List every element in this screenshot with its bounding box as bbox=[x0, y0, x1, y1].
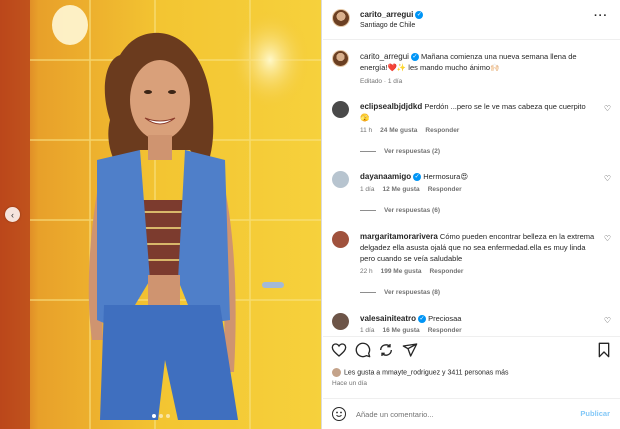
comment-body: dayanaamigo ✓ Hermosura😍 bbox=[360, 171, 595, 182]
reply-button[interactable]: Responder bbox=[429, 268, 463, 275]
verified-icon: ✓ bbox=[410, 53, 419, 62]
comment-icon[interactable] bbox=[355, 342, 371, 358]
add-comment-bar: Publicar bbox=[323, 398, 620, 429]
comment-meta: 1 día 16 Me gusta Responder bbox=[360, 327, 470, 334]
comment-meta: 11 h 24 Me gusta Responder bbox=[360, 127, 467, 134]
more-options-icon[interactable]: ··· bbox=[594, 10, 608, 22]
post-image bbox=[0, 0, 321, 429]
liker-avatar bbox=[332, 368, 341, 377]
previous-image-button[interactable]: ‹ bbox=[5, 207, 20, 222]
author-name-row: carito_arregui ✓ bbox=[360, 10, 424, 20]
comment-text: Preciosaa bbox=[428, 314, 462, 323]
comment-meta: 1 día 12 Me gusta Responder bbox=[360, 186, 470, 193]
reply-button[interactable]: Responder bbox=[428, 186, 462, 193]
view-replies-button[interactable]: Ver respuestas (8) bbox=[360, 289, 440, 296]
carousel-dot bbox=[159, 414, 163, 418]
comment-time: 1 día bbox=[360, 186, 375, 193]
commenter-username[interactable]: eclipsealbjdjdkd bbox=[360, 102, 422, 111]
post-header: carito_arregui ✓ Santiago de Chile ··· bbox=[323, 0, 620, 40]
comment-meta: 22 h 199 Me gusta Responder bbox=[360, 268, 471, 275]
share-icon[interactable] bbox=[378, 342, 394, 358]
commenter-username[interactable]: margaritamorarivera bbox=[360, 232, 438, 241]
likes-text: Les gusta a mmayte_rodriguez y 3411 pers… bbox=[344, 369, 509, 377]
verified-icon: ✓ bbox=[418, 315, 427, 324]
commenter-avatar[interactable] bbox=[332, 101, 349, 118]
comment-likes[interactable]: 16 Me gusta bbox=[382, 327, 419, 334]
view-replies-button[interactable]: Ver respuestas (2) bbox=[360, 148, 440, 155]
caption-meta: Editado · 1 día bbox=[360, 78, 403, 85]
post-timestamp[interactable]: Hace un día bbox=[332, 380, 367, 387]
likes-summary[interactable]: Les gusta a mmayte_rodriguez y 3411 pers… bbox=[332, 368, 508, 377]
comment-likes[interactable]: 199 Me gusta bbox=[381, 268, 422, 275]
post-photo[interactable]: ‹ bbox=[0, 0, 322, 429]
comment-body: valesainiteatro ✓ Preciosaa bbox=[360, 313, 595, 324]
instagram-post-view: ‹ carito_arregui ✓ Santiago de Chile ··· … bbox=[0, 0, 620, 429]
reply-button[interactable]: Responder bbox=[425, 127, 459, 134]
caption-body: carito_arregui ✓ Mañana comienza una nuev… bbox=[360, 51, 595, 73]
author-avatar[interactable] bbox=[332, 50, 349, 67]
like-comment-heart-icon[interactable]: ♡ bbox=[604, 316, 611, 325]
carousel-dots bbox=[152, 414, 170, 418]
post-location[interactable]: Santiago de Chile bbox=[360, 22, 415, 29]
comment-body: eclipsealbjdjdkd Perdón ...pero se le ve… bbox=[360, 101, 595, 123]
commenter-avatar[interactable] bbox=[332, 231, 349, 248]
view-replies-button[interactable]: Ver respuestas (6) bbox=[360, 207, 440, 214]
commenter-avatar[interactable] bbox=[332, 313, 349, 330]
action-bar bbox=[323, 336, 620, 366]
author-avatar[interactable] bbox=[332, 9, 350, 27]
carousel-dot bbox=[152, 414, 156, 418]
caption-username[interactable]: carito_arregui bbox=[360, 52, 409, 61]
like-comment-heart-icon[interactable]: ♡ bbox=[604, 104, 611, 113]
comment-likes[interactable]: 12 Me gusta bbox=[382, 186, 419, 193]
verified-icon: ✓ bbox=[415, 11, 424, 20]
emoji-icon[interactable] bbox=[332, 407, 346, 421]
comment-time: 1 día bbox=[360, 327, 375, 334]
heart-icon[interactable] bbox=[331, 342, 347, 358]
like-comment-heart-icon[interactable]: ♡ bbox=[604, 174, 611, 183]
comment-body: margaritamorarivera Cómo pueden encontra… bbox=[360, 231, 595, 264]
post-side-panel: carito_arregui ✓ Santiago de Chile ··· ca… bbox=[323, 0, 620, 429]
verified-icon: ✓ bbox=[413, 173, 422, 182]
commenter-username[interactable]: dayanaamigo bbox=[360, 172, 411, 181]
comment-likes[interactable]: 24 Me gusta bbox=[380, 127, 417, 134]
commenter-username[interactable]: valesainiteatro bbox=[360, 314, 416, 323]
bookmark-icon[interactable] bbox=[596, 342, 612, 358]
carousel-dot bbox=[166, 414, 170, 418]
comment-text: Hermosura😍 bbox=[423, 172, 469, 181]
comment-time: 11 h bbox=[360, 127, 373, 134]
reply-button[interactable]: Responder bbox=[428, 327, 462, 334]
commenter-avatar[interactable] bbox=[332, 171, 349, 188]
send-icon[interactable] bbox=[402, 342, 418, 358]
publish-button[interactable]: Publicar bbox=[580, 409, 610, 418]
comment-time: 22 h bbox=[360, 268, 373, 275]
like-comment-heart-icon[interactable]: ♡ bbox=[604, 234, 611, 243]
chevron-left-icon: ‹ bbox=[11, 209, 14, 220]
comment-input[interactable] bbox=[356, 406, 556, 422]
author-username[interactable]: carito_arregui bbox=[360, 10, 413, 19]
